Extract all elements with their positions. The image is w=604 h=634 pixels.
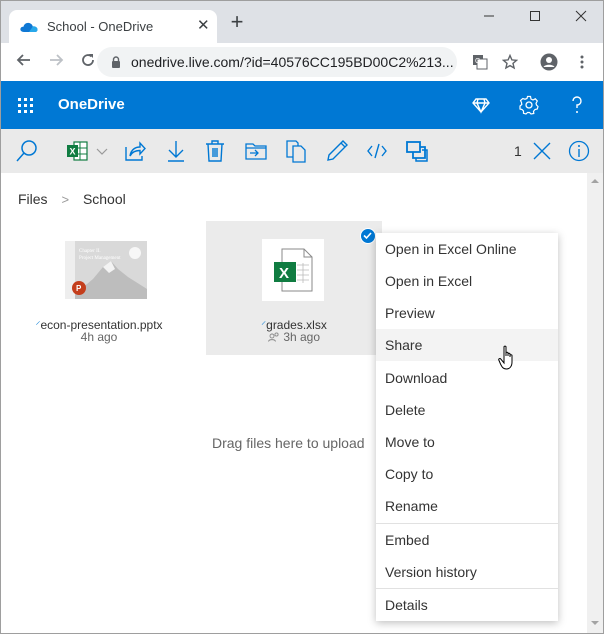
- menu-item-embed[interactable]: Embed: [376, 524, 558, 556]
- breadcrumb-item-school[interactable]: School: [83, 191, 126, 207]
- tab-close-icon[interactable]: ✕: [197, 16, 210, 34]
- browser-tab[interactable]: School - OneDrive ✕: [9, 10, 217, 44]
- app-launcher-icon[interactable]: [17, 97, 33, 113]
- menu-item-delete[interactable]: Delete: [376, 394, 558, 426]
- svg-text:X: X: [279, 265, 289, 282]
- selected-checkmark-icon[interactable]: [360, 228, 376, 244]
- menu-item-open-in-excel[interactable]: Open in Excel: [376, 265, 558, 297]
- tab-title: School - OneDrive: [47, 19, 154, 34]
- browser-menu-icon[interactable]: [574, 54, 590, 70]
- download-icon[interactable]: [164, 139, 188, 163]
- back-button[interactable]: [13, 51, 35, 73]
- new-tab-button[interactable]: +: [227, 11, 247, 33]
- svg-text:X: X: [70, 147, 76, 157]
- forward-button[interactable]: [45, 51, 67, 73]
- translate-icon[interactable]: G: [472, 54, 488, 70]
- scroll-down-arrow-icon[interactable]: [591, 621, 599, 625]
- menu-item-open-in-excel-online[interactable]: Open in Excel Online: [376, 233, 558, 265]
- drag-upload-hint: Drag files here to upload: [212, 435, 365, 451]
- svg-text:G: G: [475, 58, 480, 65]
- browser-window: School - OneDrive ✕ + onedrive.live.com/…: [0, 0, 604, 634]
- info-icon[interactable]: [567, 139, 591, 163]
- url-text[interactable]: onedrive.live.com/?id=40576CC195BD00C2%2…: [131, 54, 454, 70]
- lock-icon[interactable]: [111, 56, 121, 68]
- version-history-icon[interactable]: [405, 139, 429, 163]
- file-tile-grades[interactable]: X ⸝grades.xlsx 3h ago: [206, 221, 382, 355]
- onedrive-header: OneDrive: [1, 81, 603, 129]
- maximize-icon: [530, 11, 540, 21]
- hand-pointer-cursor-icon: [498, 345, 513, 370]
- clear-selection-close-icon[interactable]: [530, 139, 554, 163]
- embed-code-icon[interactable]: [365, 139, 389, 163]
- address-bar[interactable]: onedrive.live.com/?id=40576CC195BD00C2%2…: [97, 47, 457, 77]
- open-in-excel-button[interactable]: X: [65, 139, 113, 163]
- vertical-scrollbar[interactable]: [587, 173, 603, 633]
- excel-icon: X: [67, 141, 88, 161]
- close-window-button[interactable]: [561, 5, 601, 27]
- selection-count: 1: [514, 143, 522, 159]
- chevron-down-icon: [96, 148, 108, 155]
- onedrive-cloud-icon: [20, 22, 38, 32]
- menu-item-rename[interactable]: Rename: [376, 490, 558, 522]
- move-to-icon[interactable]: [244, 139, 268, 163]
- breadcrumb: Files > School: [18, 191, 126, 207]
- pptx-thumb-title: Chapter II.: [79, 249, 101, 254]
- command-bar: X 1: [1, 129, 603, 173]
- menu-item-version-history[interactable]: Version history: [376, 556, 558, 588]
- minimize-button[interactable]: [469, 5, 509, 27]
- search-icon[interactable]: [15, 139, 39, 163]
- context-menu: Open in Excel Online Open in Excel Previ…: [376, 233, 558, 621]
- scroll-up-arrow-icon[interactable]: [591, 179, 599, 183]
- profile-avatar-icon[interactable]: [540, 53, 558, 71]
- tab-strip: School - OneDrive ✕ +: [1, 1, 603, 44]
- close-icon: [575, 10, 587, 22]
- premium-diamond-icon[interactable]: [471, 95, 491, 115]
- file-tile-econ-presentation[interactable]: Chapter II. Project Management P ⸝econ-p…: [1, 221, 177, 355]
- app-title[interactable]: OneDrive: [58, 96, 125, 113]
- svg-text:Project Management: Project Management: [79, 256, 121, 261]
- menu-item-share[interactable]: Share: [376, 329, 558, 361]
- menu-item-download[interactable]: Download: [376, 362, 558, 394]
- reload-icon: [82, 54, 94, 66]
- pptx-thumbnail: Chapter II. Project Management P: [63, 239, 149, 301]
- xlsx-thumbnail: X: [262, 239, 324, 301]
- rename-pencil-icon[interactable]: [325, 139, 349, 163]
- shared-people-icon: [268, 332, 279, 342]
- settings-gear-icon[interactable]: [519, 95, 539, 115]
- maximize-button[interactable]: [515, 5, 555, 27]
- back-arrow-icon: [16, 54, 30, 66]
- menu-item-copy-to[interactable]: Copy to: [376, 458, 558, 490]
- breadcrumb-separator: >: [61, 192, 70, 207]
- menu-item-preview[interactable]: Preview: [376, 297, 558, 329]
- copy-to-icon[interactable]: [284, 139, 308, 163]
- powerpoint-badge-icon: P: [76, 284, 82, 293]
- bookmark-star-icon[interactable]: [502, 54, 518, 70]
- breadcrumb-item-files[interactable]: Files: [18, 191, 48, 207]
- menu-item-move-to[interactable]: Move to: [376, 426, 558, 458]
- delete-trash-icon[interactable]: [203, 139, 227, 163]
- file-modified-time: 4h ago: [80, 330, 118, 344]
- file-modified-time: 3h ago: [283, 330, 321, 344]
- excel-file-icon: X: [274, 248, 313, 292]
- browser-toolbar: onedrive.live.com/?id=40576CC195BD00C2%2…: [1, 43, 603, 81]
- share-icon[interactable]: [123, 139, 147, 163]
- reload-button[interactable]: [77, 51, 99, 73]
- help-icon[interactable]: [567, 95, 587, 115]
- minimize-icon: [484, 15, 494, 17]
- menu-item-details[interactable]: Details: [376, 589, 558, 621]
- forward-arrow-icon: [50, 54, 64, 66]
